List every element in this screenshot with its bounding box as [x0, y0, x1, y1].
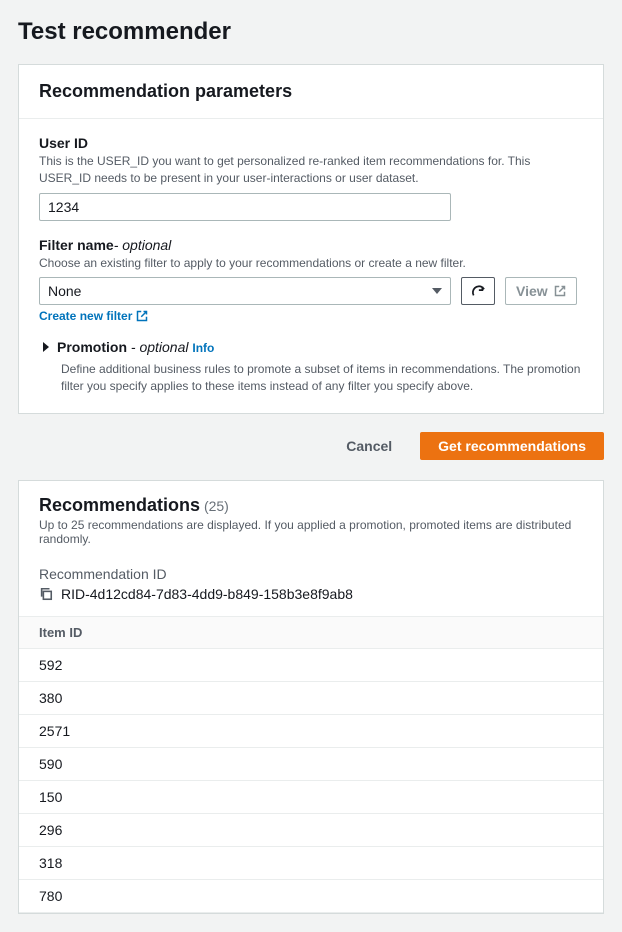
- filter-description: Choose an existing filter to apply to yo…: [39, 255, 583, 272]
- promotion-optional: - optional: [131, 339, 189, 355]
- filter-selected-value: None: [48, 283, 81, 299]
- action-row: Cancel Get recommendations: [18, 432, 604, 460]
- refresh-icon: [471, 284, 485, 298]
- table-row: 296: [19, 814, 603, 847]
- table-row: 380: [19, 682, 603, 715]
- filter-select[interactable]: None: [39, 277, 451, 305]
- recommendations-subtitle: Up to 25 recommendations are displayed. …: [39, 518, 583, 546]
- user-id-label: User ID: [39, 135, 583, 151]
- filter-optional: - optional: [114, 237, 172, 253]
- chevron-down-icon: [432, 288, 442, 294]
- promotion-section: Promotion - optional Info Define additio…: [39, 339, 583, 395]
- external-link-icon: [554, 285, 566, 297]
- refresh-button[interactable]: [461, 277, 495, 305]
- table-header-item-id: Item ID: [19, 616, 603, 649]
- promotion-toggle[interactable]: Promotion - optional Info: [43, 339, 583, 355]
- table-row: 318: [19, 847, 603, 880]
- external-link-icon: [136, 310, 148, 322]
- filter-label: Filter name- optional: [39, 237, 583, 253]
- recommendations-count: (25): [204, 498, 229, 514]
- recommendations-header: Recommendations (25) Up to 25 recommenda…: [19, 481, 603, 556]
- table-row: 590: [19, 748, 603, 781]
- table-row: 2571: [19, 715, 603, 748]
- recommendation-id-label: Recommendation ID: [39, 566, 583, 582]
- user-id-description: This is the USER_ID you want to get pers…: [39, 153, 583, 187]
- view-button[interactable]: View: [505, 277, 577, 305]
- page-title: Test recommender: [18, 18, 604, 46]
- recommendations-panel: Recommendations (25) Up to 25 recommenda…: [18, 480, 604, 914]
- create-filter-link[interactable]: Create new filter: [39, 309, 148, 323]
- table-row: 592: [19, 649, 603, 682]
- params-panel: Recommendation parameters User ID This i…: [18, 64, 604, 414]
- filter-label-text: Filter name: [39, 237, 114, 253]
- recommendations-heading: Recommendations: [39, 495, 200, 515]
- view-button-label: View: [516, 283, 548, 299]
- user-id-input[interactable]: [39, 193, 451, 221]
- table-row: 780: [19, 880, 603, 913]
- caret-right-icon: [43, 342, 49, 352]
- table-row: 150: [19, 781, 603, 814]
- cancel-button[interactable]: Cancel: [328, 432, 410, 460]
- user-id-group: User ID This is the USER_ID you want to …: [39, 135, 583, 221]
- get-recommendations-button[interactable]: Get recommendations: [420, 432, 604, 460]
- filter-group: Filter name- optional Choose an existing…: [39, 237, 583, 324]
- promotion-label: Promotion: [57, 339, 131, 355]
- copy-icon[interactable]: [39, 587, 53, 601]
- promotion-description: Define additional business rules to prom…: [61, 361, 583, 395]
- params-heading: Recommendation parameters: [39, 81, 583, 102]
- recommendation-id-value: RID-4d12cd84-7d83-4dd9-b849-158b3e8f9ab8: [61, 586, 353, 602]
- promotion-info-link[interactable]: Info: [192, 341, 214, 355]
- params-header: Recommendation parameters: [19, 65, 603, 119]
- create-filter-label: Create new filter: [39, 309, 132, 323]
- recommendation-id-block: Recommendation ID RID-4d12cd84-7d83-4dd9…: [19, 556, 603, 616]
